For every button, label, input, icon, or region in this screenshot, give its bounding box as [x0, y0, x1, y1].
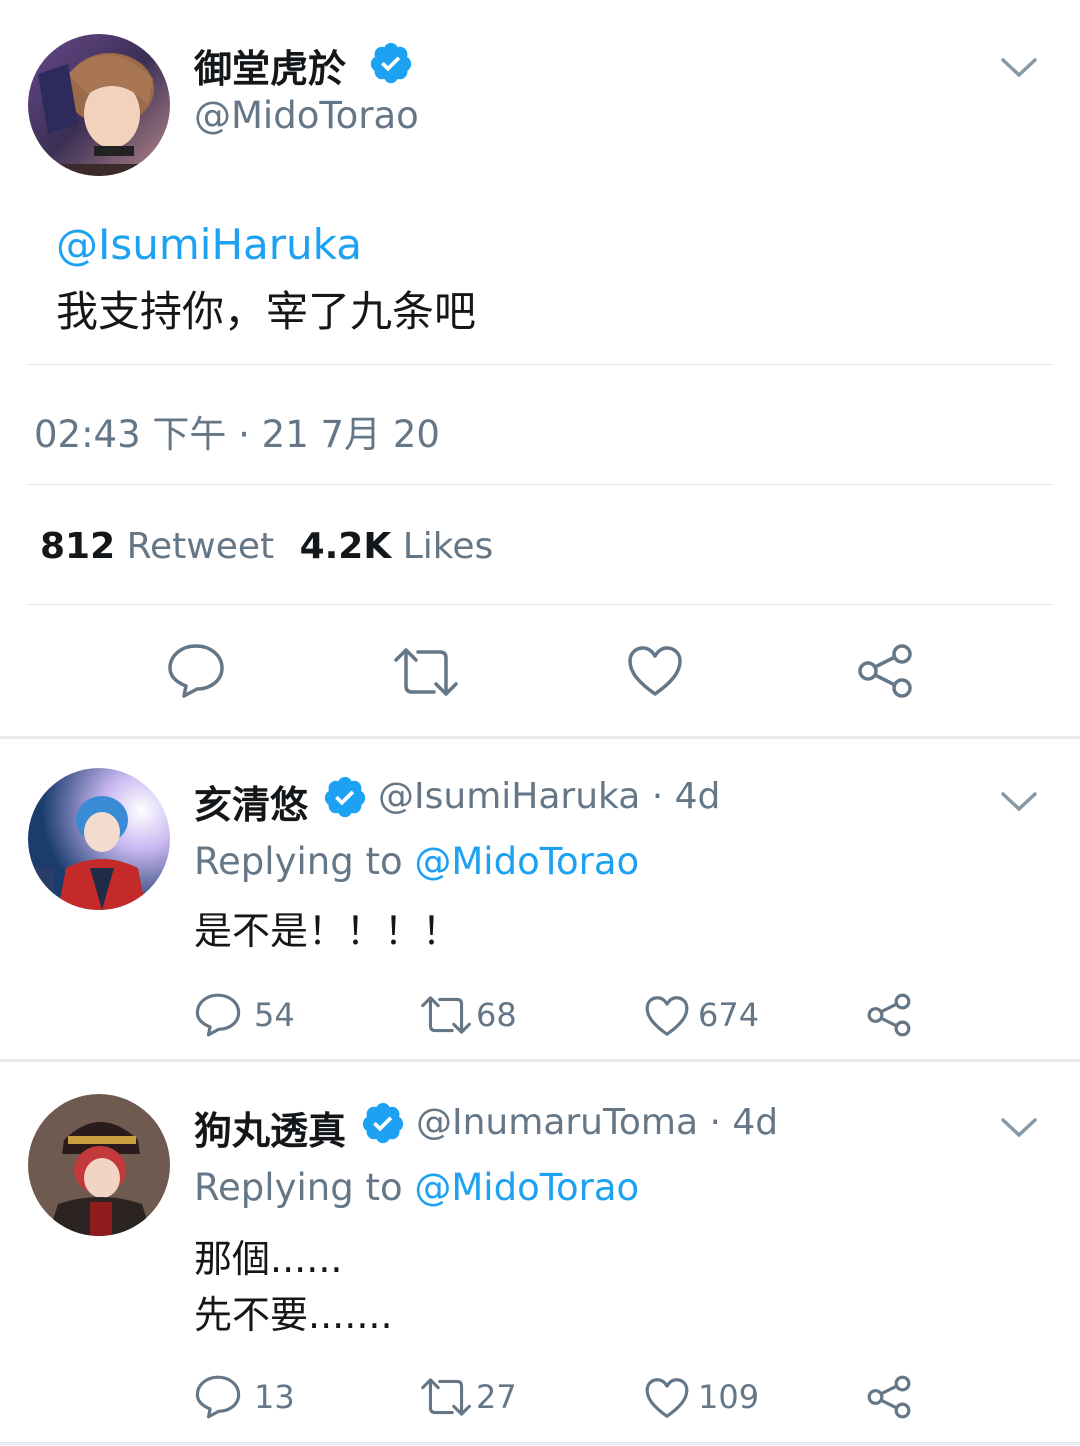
display-name-reply[interactable]: 狗丸透真: [194, 1100, 346, 1155]
reply-text-line: 是不是！！！！: [194, 909, 461, 953]
like-icon[interactable]: [644, 1376, 690, 1420]
like-count: 674: [698, 996, 760, 1034]
like-icon[interactable]: [644, 994, 690, 1038]
avatar-reply[interactable]: [28, 1094, 170, 1236]
retweet-icon[interactable]: [418, 994, 474, 1036]
avatar-reply[interactable]: [28, 768, 170, 910]
reply-handle-age: @IsumiHaruka · 4d: [378, 776, 720, 817]
replying-to-link[interactable]: @MidoTorao: [414, 840, 639, 883]
verified-badge-icon: [362, 1102, 404, 1144]
display-name-reply[interactable]: 亥清悠: [194, 774, 308, 829]
handle-reply[interactable]: @IsumiHaruka: [378, 776, 640, 817]
handle-main[interactable]: @MidoTorao: [194, 94, 419, 137]
divider: [28, 604, 1052, 605]
chevron-down-icon[interactable]: [1000, 1116, 1038, 1140]
engagement-stats: 812 Retweet 4.2K Likes: [40, 526, 493, 567]
retweet-count: 68: [476, 996, 517, 1034]
replying-to-link[interactable]: @MidoTorao: [414, 1166, 639, 1209]
verified-badge-icon: [324, 776, 366, 818]
reply-icon[interactable]: [194, 1374, 242, 1420]
retweet-icon[interactable]: [390, 646, 462, 698]
chevron-down-icon[interactable]: [1000, 790, 1038, 814]
retweet-icon[interactable]: [418, 1376, 474, 1418]
section-divider: [0, 1059, 1080, 1062]
retweet-count: 27: [476, 1378, 517, 1416]
reply-count: 13: [254, 1378, 295, 1416]
tweet-text: 我支持你，宰了九条吧: [56, 287, 477, 336]
avatar-main[interactable]: [28, 34, 170, 176]
section-divider: [0, 736, 1080, 739]
reply-handle-age: @InumaruToma · 4d: [416, 1102, 778, 1143]
reply-icon[interactable]: [194, 992, 242, 1038]
like-count: 109: [698, 1378, 760, 1416]
reply-text-line: 那個......: [194, 1237, 343, 1281]
timestamp[interactable]: 02:43 下午 · 21 7月 20: [34, 404, 440, 458]
chevron-down-icon[interactable]: [1000, 56, 1038, 80]
section-divider: [0, 1442, 1080, 1445]
reply-count: 54: [254, 996, 295, 1034]
retweet-count[interactable]: 812: [40, 526, 115, 567]
display-name-main[interactable]: 御堂虎於: [194, 38, 346, 93]
share-icon[interactable]: [866, 992, 912, 1038]
replying-prefix: Replying to: [194, 1166, 403, 1209]
replying-to: Replying to @MidoTorao: [194, 840, 639, 883]
reply-text-line: 先不要.......: [194, 1293, 393, 1337]
replying-prefix: Replying to: [194, 840, 403, 883]
like-label[interactable]: Likes: [403, 526, 494, 567]
like-icon[interactable]: [626, 644, 684, 698]
retweet-label[interactable]: Retweet: [127, 526, 275, 567]
divider: [28, 484, 1052, 485]
tweet-age: · 4d: [709, 1102, 779, 1143]
verified-badge-icon: [370, 42, 412, 84]
share-icon[interactable]: [866, 1374, 912, 1420]
mention-link[interactable]: @IsumiHaruka: [56, 220, 362, 269]
divider: [28, 364, 1052, 365]
handle-reply[interactable]: @InumaruToma: [416, 1102, 698, 1143]
reply-icon[interactable]: [166, 642, 226, 700]
tweet-age: · 4d: [651, 776, 721, 817]
replying-to: Replying to @MidoTorao: [194, 1166, 639, 1209]
share-icon[interactable]: [856, 642, 914, 700]
like-count[interactable]: 4.2K: [300, 526, 392, 567]
